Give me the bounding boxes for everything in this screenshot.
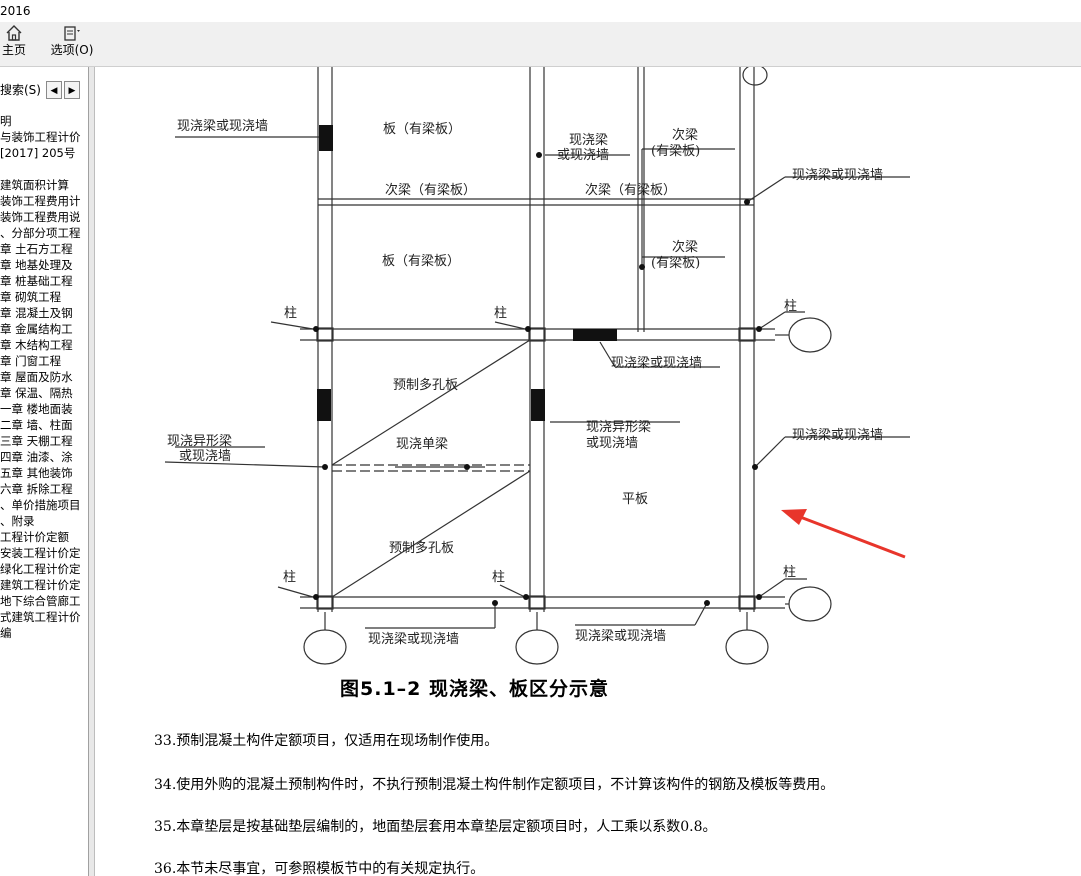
tree-item[interactable]: 建筑面积计算 <box>0 177 88 193</box>
diagram-label: 现浇梁或现浇墙 <box>611 356 702 371</box>
sidebar: 搜索(S) ◀ ▶ 明与装饰工程计价 [2017] 205号 建筑面积计算 装饰工程费… <box>0 67 89 876</box>
tree-item[interactable]: 地下综合管廊工 <box>0 593 88 609</box>
window-title: 2016 <box>0 0 1081 22</box>
diagram-label: 现浇梁或现浇墙 <box>177 119 268 134</box>
diagram-label: 或现浇墙 <box>179 449 231 464</box>
diagram-label: 次梁 <box>672 239 698 255</box>
tree-item[interactable]: 安装工程计价定 <box>0 545 88 561</box>
tree-item[interactable]: 章 桩基础工程 <box>0 273 88 289</box>
diagram-label: 预制多孔板 <box>393 377 458 393</box>
home-icon <box>6 25 22 41</box>
diagram-label: 现浇梁 <box>569 133 608 148</box>
diagram-label: (有梁板) <box>651 144 700 159</box>
tree-item[interactable]: 章 木结构工程 <box>0 337 88 353</box>
window-title-text: 2016 <box>0 4 31 18</box>
tree-item[interactable]: 二章 墙、柱面 <box>0 417 88 433</box>
tree-item[interactable]: 六章 拆除工程 <box>0 481 88 497</box>
tree-item[interactable]: 式建筑工程计价 <box>0 609 88 625</box>
diagram-label: 次梁（有梁板） <box>585 182 676 198</box>
tree-item[interactable]: 、单价措施项目 <box>0 497 88 513</box>
diagram-label: 现浇梁或现浇墙 <box>368 632 459 647</box>
diagram-label: 现浇单梁 <box>396 437 448 452</box>
contents-tree: 明与装饰工程计价 [2017] 205号 建筑面积计算 装饰工程费用计 装饰工程费用说、… <box>0 113 88 641</box>
diagram-label: 现浇梁或现浇墙 <box>575 629 666 644</box>
tree-item[interactable]: 工程计价定额 <box>0 529 88 545</box>
diagram-label: 或现浇墙 <box>586 436 638 451</box>
diagram-label: 柱 <box>783 565 796 580</box>
home-button[interactable]: 主页 <box>0 24 28 57</box>
diagram-label: 柱 <box>784 299 797 314</box>
red-arrow-icon <box>781 509 906 559</box>
tree-item[interactable]: 五章 其他装饰 <box>0 465 88 481</box>
tree-item[interactable]: 章 土石方工程 <box>0 241 88 257</box>
diagram-label: 次梁 <box>672 127 698 143</box>
tree-item[interactable]: 章 砌筑工程 <box>0 289 88 305</box>
tree-item[interactable] <box>0 161 88 177</box>
diagram-label: 柱 <box>492 570 505 585</box>
diagram-label: 板（有梁板） <box>382 254 460 269</box>
tree-item[interactable]: [2017] 205号 <box>0 145 88 161</box>
tree-item[interactable]: 、分部分项工程 <box>0 225 88 241</box>
triangle-left-icon: ◀ <box>50 86 58 96</box>
toolbar: 主页 选项(O) <box>0 22 1081 67</box>
home-button-label: 主页 <box>1 43 26 57</box>
figure-caption: 图5.1–2 现浇梁、板区分示意 <box>340 678 609 700</box>
diagram-label: (有梁板) <box>651 256 700 271</box>
diagram-label: 现浇梁或现浇墙 <box>792 428 883 443</box>
diagram-label: 现浇异形梁 <box>586 420 651 435</box>
diagram-label: 现浇梁或现浇墙 <box>792 168 883 183</box>
diagram-label: 预制多孔板 <box>389 540 454 556</box>
tree-item[interactable]: 绿化工程计价定 <box>0 561 88 577</box>
tree-item[interactable]: 章 屋面及防水 <box>0 369 88 385</box>
options-button[interactable]: 选项(O) <box>50 24 94 57</box>
diagram-label: 次梁（有梁板） <box>385 182 476 198</box>
tree-item[interactable]: 章 混凝土及钢 <box>0 305 88 321</box>
diagram-label: 现浇异形梁 <box>167 434 232 449</box>
tree-item[interactable]: 装饰工程费用计 <box>0 193 88 209</box>
tab-search[interactable]: 搜索(S) <box>0 81 41 99</box>
tab-scroll-left-button[interactable]: ◀ <box>46 81 62 99</box>
diagram-label: 平板 <box>622 492 648 507</box>
tree-item[interactable]: 建筑工程计价定 <box>0 577 88 593</box>
diagram-label: 柱 <box>284 306 297 321</box>
paragraph-33: 33.预制混凝土构件定额项目，仅适用在现场制作使用。 <box>154 733 499 749</box>
tree-item[interactable]: 编 <box>0 625 88 641</box>
tree-item[interactable]: 章 地基处理及 <box>0 257 88 273</box>
tab-scroll-right-button[interactable]: ▶ <box>64 81 80 99</box>
tree-item[interactable]: 明 <box>0 113 88 129</box>
diagram-label: 或现浇墙 <box>557 148 609 163</box>
options-icon <box>64 26 80 41</box>
tree-item[interactable]: 章 保温、隔热 <box>0 385 88 401</box>
paragraph-35: 35.本章垫层是按基础垫层编制的，地面垫层套用本章垫层定额项目时，人工乘以系数0… <box>154 819 717 835</box>
diagram-label: 板（有梁板） <box>383 122 461 137</box>
tree-item[interactable]: 章 门窗工程 <box>0 353 88 369</box>
tree-item[interactable]: 装饰工程费用说 <box>0 209 88 225</box>
triangle-right-icon: ▶ <box>68 86 76 96</box>
diagram-label: 柱 <box>283 570 296 585</box>
options-button-label: 选项(O) <box>50 43 94 57</box>
tree-item[interactable]: 一章 楼地面装 <box>0 401 88 417</box>
tree-item[interactable]: 与装饰工程计价 <box>0 129 88 145</box>
beam-slab-diagram: 现浇梁或现浇墙 板（有梁板） 现浇梁 或现浇墙 次梁 (有梁板) 现浇梁或现浇墙… <box>164 67 910 665</box>
tree-item[interactable]: 、附录 <box>0 513 88 529</box>
document-content: 现浇梁或现浇墙 板（有梁板） 现浇梁 或现浇墙 次梁 (有梁板) 现浇梁或现浇墙… <box>95 67 1081 876</box>
tree-item[interactable]: 四章 油漆、涂 <box>0 449 88 465</box>
sidebar-tabs: 搜索(S) ◀ ▶ <box>0 79 88 101</box>
tree-item[interactable]: 章 金属结构工 <box>0 321 88 337</box>
paragraph-34: 34.使用外购的混凝土预制构件时，不执行预制混凝土构件制作定额项目，不计算该构件… <box>154 777 835 793</box>
paragraph-36: 36.本节未尽事宜，可参照模板节中的有关规定执行。 <box>154 861 485 876</box>
diagram-label: 柱 <box>494 306 507 321</box>
tree-item[interactable]: 三章 天棚工程 <box>0 433 88 449</box>
